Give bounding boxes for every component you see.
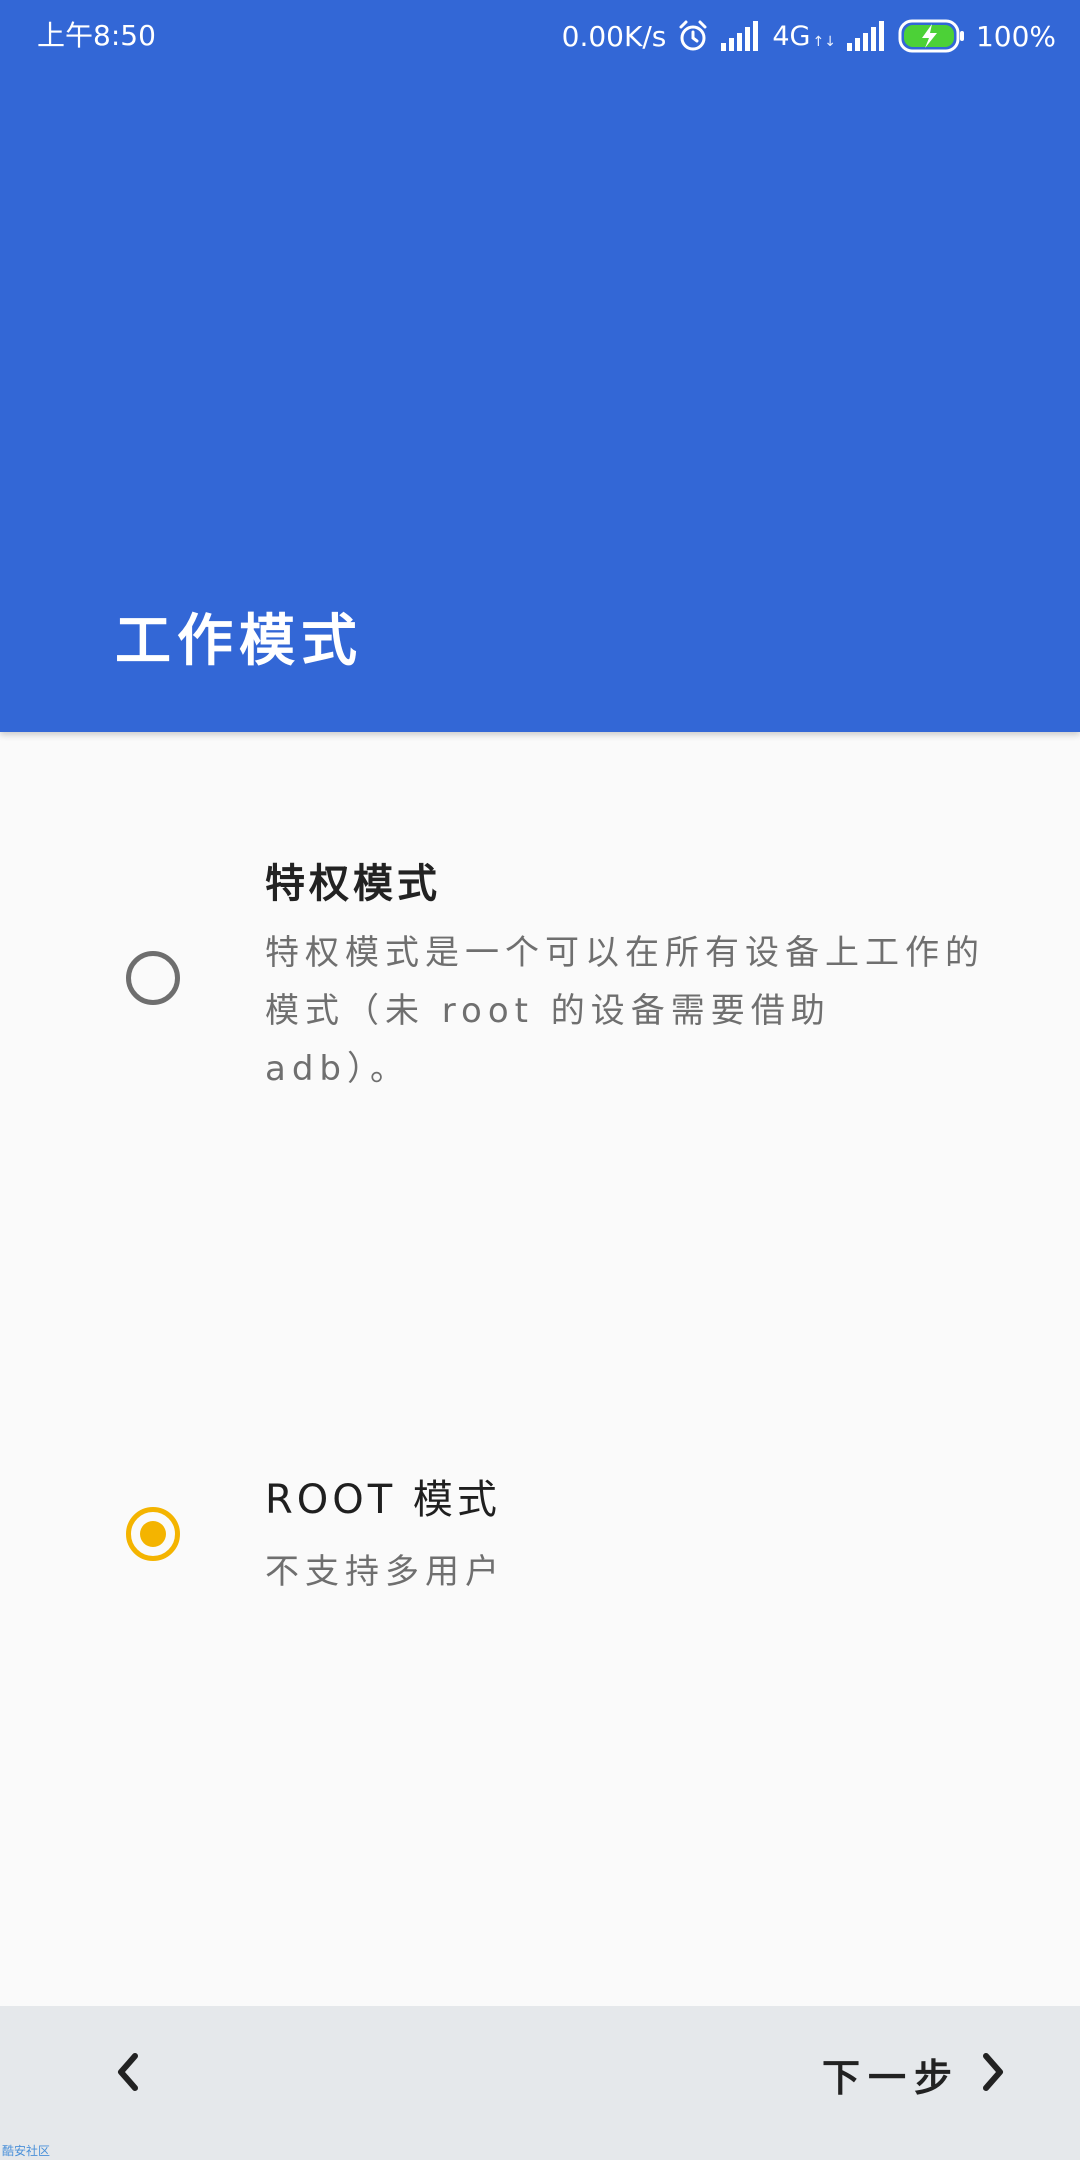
- network-type: 4G ↑↓: [772, 20, 836, 52]
- bottom-navigation-bar: 下一步: [0, 2006, 1080, 2160]
- chevron-left-icon: [113, 2052, 143, 2096]
- battery-charging-icon: [898, 19, 966, 53]
- status-bar: 上午8:50 0.00K/s 4G ↑↓ 100%: [0, 0, 1080, 72]
- next-button[interactable]: 下一步: [810, 2036, 1020, 2112]
- option-description: 特权模式是一个可以在所有设备上工作的模式（未 root 的设备需要借助 adb）…: [265, 933, 985, 1089]
- signal-icon-2: [846, 21, 888, 51]
- status-time: 上午8:50: [37, 19, 156, 52]
- option-title: 特权模式: [265, 861, 441, 907]
- radio-selected-dot: [140, 1521, 166, 1547]
- page-title: 工作模式: [115, 609, 363, 674]
- app-header: 上午8:50 0.00K/s 4G ↑↓ 100% 工作模式: [0, 0, 1080, 732]
- status-icons: 0.00K/s 4G ↑↓ 100%: [562, 16, 1056, 56]
- chevron-right-icon: [978, 2052, 1008, 2096]
- net-speed: 0.00K/s: [561, 19, 667, 53]
- option-title: ROOT 模式: [265, 1477, 501, 1523]
- alarm-icon: [676, 19, 710, 53]
- radio-privileged-mode[interactable]: [126, 951, 180, 1005]
- watermark: 酷安社区: [2, 2144, 51, 2158]
- option-privileged-mode[interactable]: 特权模式 特权模式是一个可以在所有设备上工作的模式（未 root 的设备需要借助…: [0, 792, 1080, 1089]
- option-root-mode[interactable]: ROOT 模式 不支持多用户: [0, 1102, 1080, 1592]
- next-label: 下一步: [821, 2055, 960, 2100]
- option-description: 不支持多用户: [265, 1552, 505, 1592]
- radio-root-mode[interactable]: [126, 1507, 180, 1561]
- signal-icon: [720, 21, 762, 51]
- battery-level: 100%: [975, 19, 1056, 53]
- back-button[interactable]: [96, 2042, 160, 2106]
